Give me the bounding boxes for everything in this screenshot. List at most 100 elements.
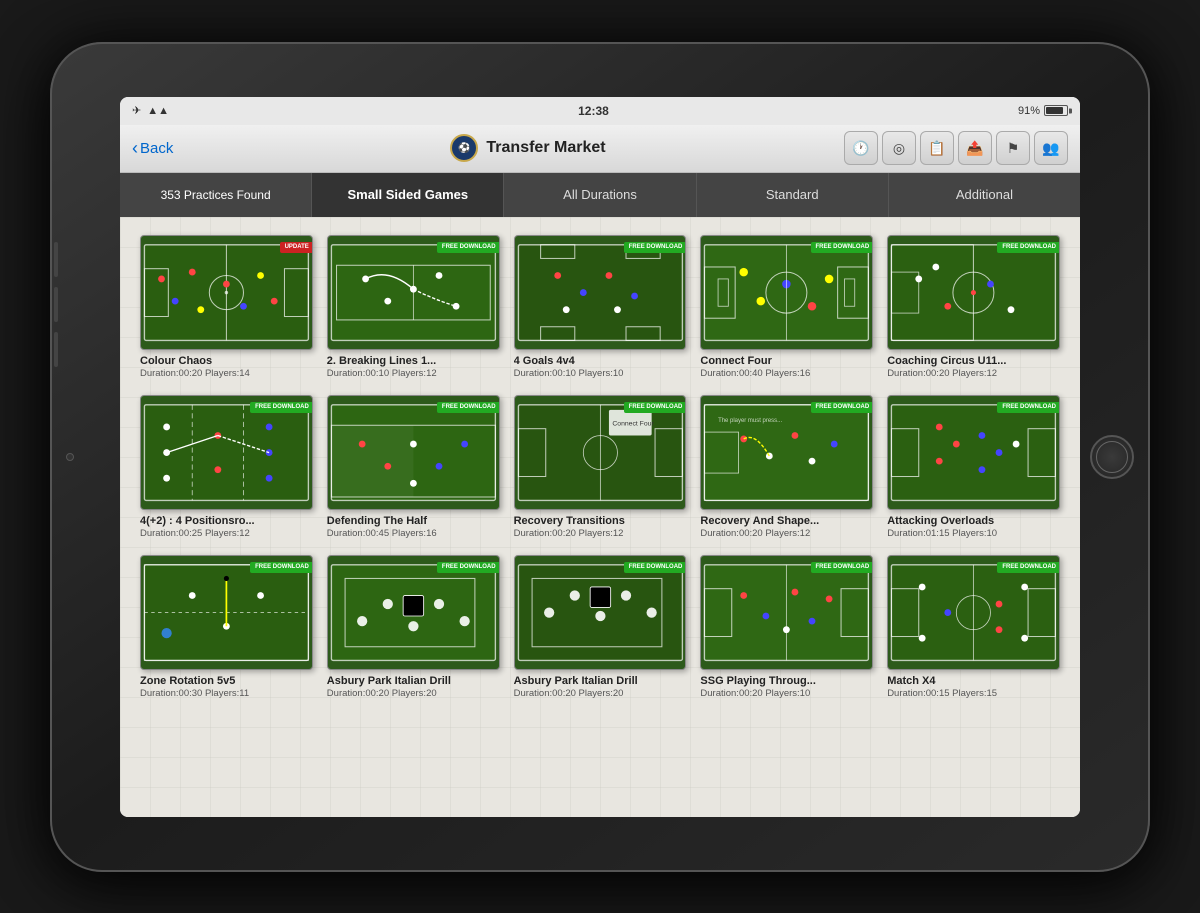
- back-button[interactable]: ‹ Back: [132, 138, 212, 159]
- card-info: Duration:00:10 Players:10: [514, 368, 687, 379]
- back-label: Back: [140, 140, 173, 157]
- practice-card[interactable]: FREE DOWNLOAD Asbury Park Italian Drill …: [514, 555, 687, 699]
- card-title: Connect Four: [700, 355, 873, 367]
- share-button[interactable]: 📤: [958, 131, 992, 165]
- practice-card[interactable]: FREE DOWNLOAD 4 Goals 4v4 Duration:00:10…: [514, 235, 687, 379]
- badge-ribbon: FREE DOWNLOAD: [997, 562, 1060, 573]
- filter-duration[interactable]: All Durations: [504, 173, 696, 217]
- battery-percent: 91%: [1018, 105, 1040, 117]
- nav-title: Transfer Market: [486, 139, 605, 157]
- card-image: FREE DOWNLOAD: [700, 235, 873, 350]
- badge-ribbon: UPDATE: [280, 242, 313, 253]
- card-title: Recovery Transitions: [514, 515, 687, 527]
- card-image: FREE DOWNLOAD: [887, 235, 1060, 350]
- card-info: Duration:00:20 Players:20: [327, 688, 500, 699]
- card-image: Connect Four FREE DOWNLOAD: [514, 395, 687, 510]
- wifi-icon: ▲▲: [147, 105, 169, 117]
- practice-card[interactable]: FREE DOWNLOAD Defending The Half Duratio…: [327, 395, 500, 539]
- card-title: Asbury Park Italian Drill: [327, 675, 500, 687]
- filter-standard-label: Standard: [766, 187, 819, 202]
- status-time: 12:38: [578, 104, 609, 118]
- badge-ribbon: FREE DOWNLOAD: [250, 562, 313, 573]
- badge-ribbon: FREE DOWNLOAD: [437, 562, 500, 573]
- card-info: Duration:00:20 Players:10: [700, 688, 873, 699]
- card-title: SSG Playing Throug...: [700, 675, 873, 687]
- card-image: FREE DOWNLOAD: [327, 555, 500, 670]
- card-title: Zone Rotation 5v5: [140, 675, 313, 687]
- card-info: Duration:00:20 Players:12: [514, 528, 687, 539]
- card-info: Duration:00:45 Players:16: [327, 528, 500, 539]
- practice-card[interactable]: FREE DOWNLOAD 2. Breaking Lines 1... Dur…: [327, 235, 500, 379]
- card-info: Duration:01:15 Players:10: [887, 528, 1060, 539]
- svg-text:The player must press...: The player must press...: [718, 418, 782, 424]
- svg-text:Connect Four: Connect Four: [612, 420, 654, 427]
- card-title: Defending The Half: [327, 515, 500, 527]
- filter-standard[interactable]: Standard: [697, 173, 889, 217]
- card-image: FREE DOWNLOAD: [700, 555, 873, 670]
- practice-card[interactable]: FREE DOWNLOAD SSG Playing Throug... Dura…: [700, 555, 873, 699]
- filter-duration-label: All Durations: [563, 187, 637, 202]
- card-info: Duration:00:20 Players:12: [887, 368, 1060, 379]
- home-button[interactable]: [1090, 435, 1134, 479]
- practice-card[interactable]: FREE DOWNLOAD Zone Rotation 5v5 Duration…: [140, 555, 313, 699]
- practice-card[interactable]: The player must press... FREE DOWNLOAD R…: [700, 395, 873, 539]
- badge-ribbon: FREE DOWNLOAD: [624, 402, 687, 413]
- badge-ribbon: FREE DOWNLOAD: [811, 562, 874, 573]
- circle-button[interactable]: ◎: [882, 131, 916, 165]
- nav-center: ⚽ Transfer Market: [212, 134, 844, 162]
- practice-card[interactable]: Connect Four FREE DOWNLOAD Recovery Tran…: [514, 395, 687, 539]
- practice-card[interactable]: FREE DOWNLOAD Attacking Overloads Durati…: [887, 395, 1060, 539]
- badge-ribbon: FREE DOWNLOAD: [437, 242, 500, 253]
- status-bar: ✈ ▲▲ 12:38 91%: [120, 97, 1080, 125]
- ipad-device: ✈ ▲▲ 12:38 91% ‹ Back ⚽ Tran: [50, 42, 1150, 872]
- card-info: Duration:00:25 Players:12: [140, 528, 313, 539]
- card-image: FREE DOWNLOAD: [140, 555, 313, 670]
- airplane-icon: ✈: [132, 104, 141, 117]
- content-area[interactable]: UPDATE Colour Chaos Duration:00:20 Playe…: [120, 217, 1080, 817]
- filter-count-label: 353 Practices Found: [161, 188, 271, 202]
- card-title: Asbury Park Italian Drill: [514, 675, 687, 687]
- trophy-button[interactable]: ⚑: [996, 131, 1030, 165]
- home-button-inner: [1096, 441, 1128, 473]
- users-button[interactable]: 👥: [1034, 131, 1068, 165]
- practice-grid: UPDATE Colour Chaos Duration:00:20 Playe…: [140, 235, 1060, 700]
- badge-ribbon: FREE DOWNLOAD: [997, 242, 1060, 253]
- card-title: Match X4: [887, 675, 1060, 687]
- navigation-bar: ‹ Back ⚽ Transfer Market 🕐 ◎ 📋 📤 ⚑ 👥: [120, 125, 1080, 173]
- practice-card[interactable]: FREE DOWNLOAD Coaching Circus U11... Dur…: [887, 235, 1060, 379]
- filter-type[interactable]: Small Sided Games: [312, 173, 504, 217]
- filter-additional[interactable]: Additional: [889, 173, 1080, 217]
- practice-card[interactable]: UPDATE Colour Chaos Duration:00:20 Playe…: [140, 235, 313, 379]
- card-info: Duration:00:20 Players:14: [140, 368, 313, 379]
- card-title: 4(+2) : 4 Positionsro...: [140, 515, 313, 527]
- card-info: Duration:00:40 Players:16: [700, 368, 873, 379]
- badge-ribbon: FREE DOWNLOAD: [997, 402, 1060, 413]
- practice-card[interactable]: FREE DOWNLOAD Match X4 Duration:00:15 Pl…: [887, 555, 1060, 699]
- card-info: Duration:00:20 Players:20: [514, 688, 687, 699]
- camera: [66, 453, 74, 461]
- card-info: Duration:00:10 Players:12: [327, 368, 500, 379]
- card-image: FREE DOWNLOAD: [514, 235, 687, 350]
- filter-additional-label: Additional: [956, 187, 1013, 202]
- badge-ribbon: FREE DOWNLOAD: [437, 402, 500, 413]
- card-info: Duration:00:15 Players:15: [887, 688, 1060, 699]
- side-buttons: [54, 242, 68, 367]
- practice-card[interactable]: FREE DOWNLOAD 4(+2) : 4 Positionsro... D…: [140, 395, 313, 539]
- card-image: UPDATE: [140, 235, 313, 350]
- filter-count[interactable]: 353 Practices Found: [120, 173, 312, 217]
- card-title: 2. Breaking Lines 1...: [327, 355, 500, 367]
- clipboard-button[interactable]: 📋: [920, 131, 954, 165]
- history-button[interactable]: 🕐: [844, 131, 878, 165]
- practice-card[interactable]: FREE DOWNLOAD Connect Four Duration:00:4…: [700, 235, 873, 379]
- ipad-screen: ✈ ▲▲ 12:38 91% ‹ Back ⚽ Tran: [120, 97, 1080, 817]
- card-image: FREE DOWNLOAD: [887, 555, 1060, 670]
- filter-bar: 353 Practices Found Small Sided Games Al…: [120, 173, 1080, 217]
- practice-card[interactable]: FREE DOWNLOAD Asbury Park Italian Drill …: [327, 555, 500, 699]
- battery-icon: [1044, 105, 1068, 116]
- badge-ribbon: FREE DOWNLOAD: [811, 402, 874, 413]
- badge-ribbon: FREE DOWNLOAD: [811, 242, 874, 253]
- fa-logo-text: ⚽: [458, 143, 470, 154]
- card-title: Attacking Overloads: [887, 515, 1060, 527]
- card-title: Recovery And Shape...: [700, 515, 873, 527]
- badge-ribbon: FREE DOWNLOAD: [624, 562, 687, 573]
